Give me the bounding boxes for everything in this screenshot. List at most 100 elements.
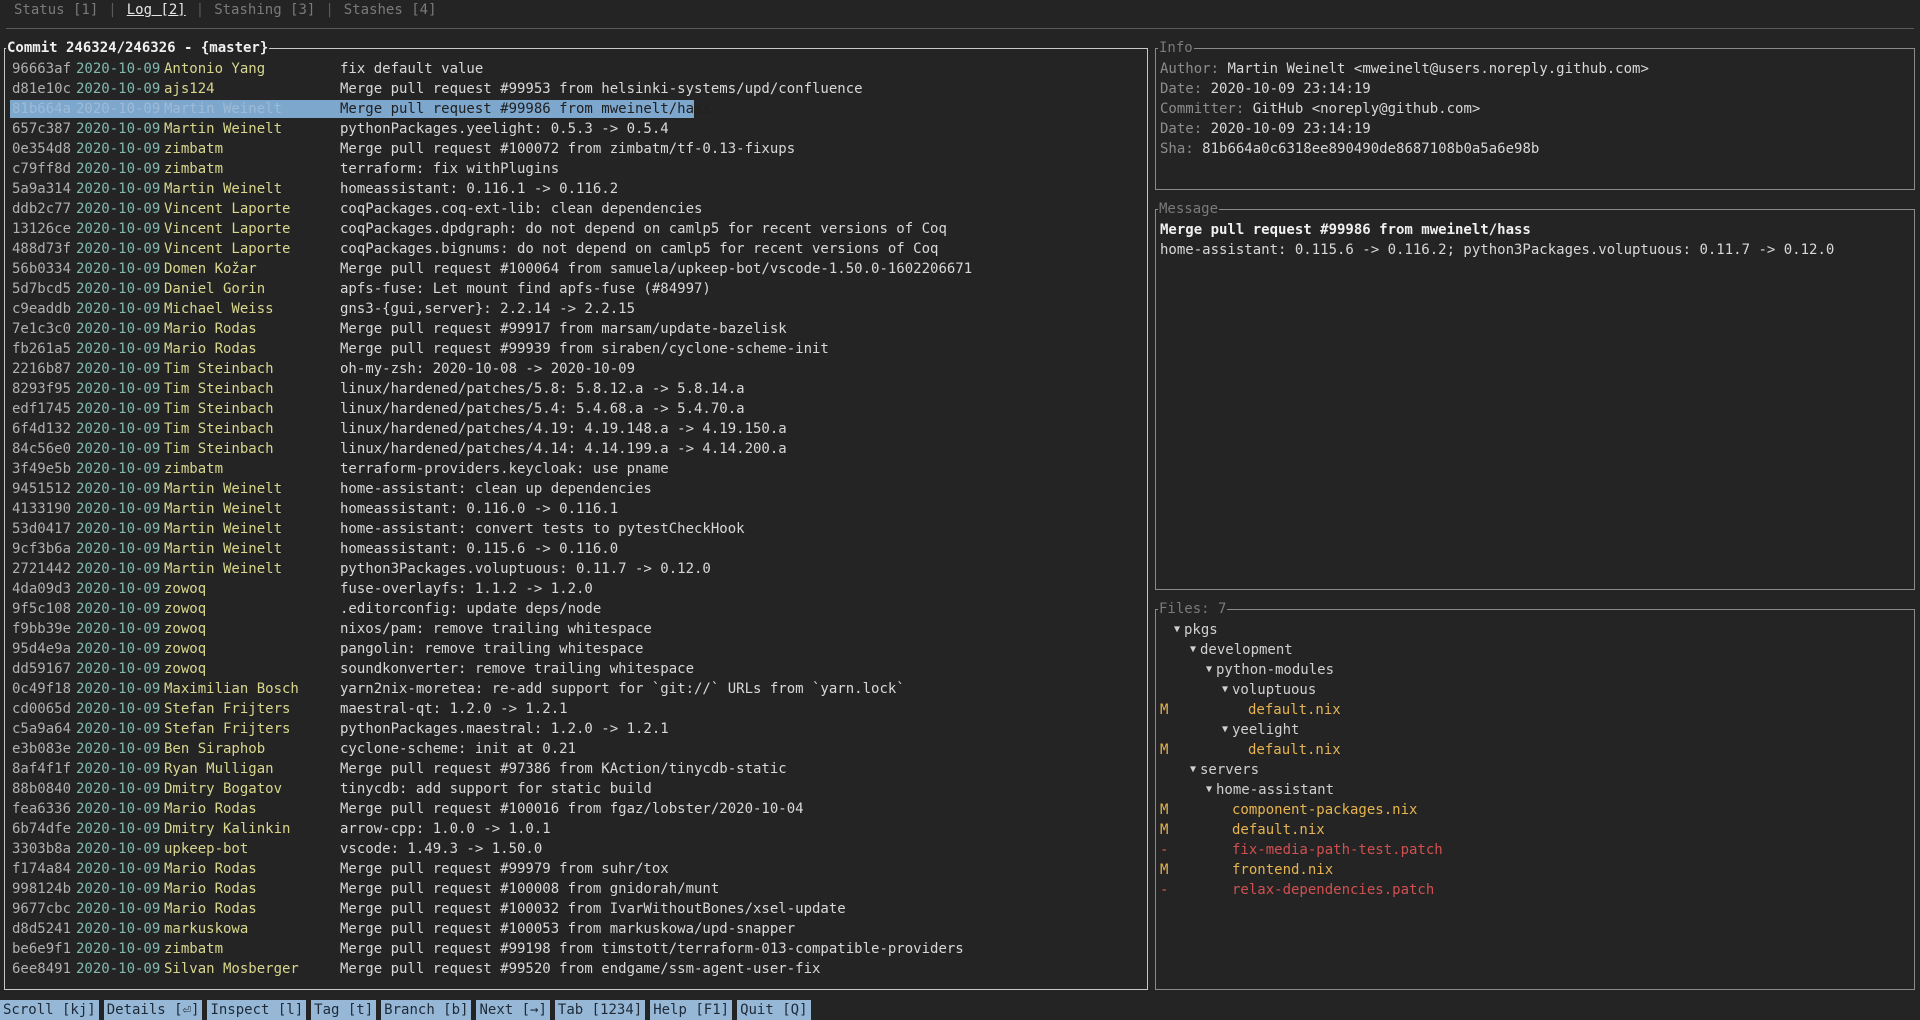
expanded-triangle-icon[interactable]: ▼: [1206, 780, 1212, 800]
tree-file[interactable]: Mfrontend.nix: [1156, 860, 1906, 880]
tree-file[interactable]: Mdefault.nix: [1156, 820, 1906, 840]
commit-message: cyclone-scheme: init at 0.21: [340, 741, 577, 757]
expanded-triangle-icon[interactable]: ▼: [1190, 760, 1196, 780]
commit-date: 2020-10-09: [76, 381, 161, 397]
tree-folder[interactable]: ▼ development: [1156, 640, 1906, 660]
commit-row[interactable]: 5d7bcd5 2020-10-09 Daniel Gorin apfs-fuse: …: [8, 279, 1146, 299]
tree-file[interactable]: - fix-media-path-test.patch: [1156, 840, 1906, 860]
commit-row[interactable]: 6ee8491 2020-10-09 Silvan Mosberger Merge p…: [8, 959, 1146, 979]
commit-row[interactable]: f174a84 2020-10-09 Mario Rodas Merge pull r…: [8, 859, 1146, 879]
commit-row[interactable]: 488d73f 2020-10-09 Vincent Laporte coqPacka…: [8, 239, 1146, 259]
commit-date: 2020-10-09: [76, 921, 161, 937]
tree-file[interactable]: - relax-dependencies.patch: [1156, 880, 1906, 900]
commit-row[interactable]: 2216b87 2020-10-09 Tim Steinbach oh-my-zsh:…: [8, 359, 1146, 379]
key-hint-quit[interactable]: Quit [Q]: [737, 1000, 811, 1020]
tree-folder[interactable]: ▼ pkgs: [1156, 620, 1906, 640]
tree-file[interactable]: Mdefault.nix: [1156, 700, 1906, 720]
tree-folder[interactable]: ▼ home-assistant: [1156, 780, 1906, 800]
commit-row[interactable]: 0c49f18 2020-10-09 Maximilian Bosch yarn2ni…: [8, 679, 1146, 699]
commit-row[interactable]: 3f49e5b 2020-10-09 zimbatm terraform-provid…: [8, 459, 1146, 479]
commit-row[interactable]: dd59167 2020-10-09 zowoq soundkonverter: re…: [8, 659, 1146, 679]
commit-message: fuse-overlayfs: 1.1.2 -> 1.2.0: [340, 581, 593, 597]
commit-row[interactable]: ddb2c77 2020-10-09 Vincent Laporte coqPacka…: [8, 199, 1146, 219]
expanded-triangle-icon[interactable]: ▼: [1206, 660, 1212, 680]
commit-row[interactable]: fb261a5 2020-10-09 Mario Rodas Merge pull r…: [8, 339, 1146, 359]
commit-message: Merge pull request #97386 from KAction/t…: [340, 761, 787, 777]
commit-row[interactable]: 9f5c108 2020-10-09 zowoq .editorconfig: upd…: [8, 599, 1146, 619]
commit-row[interactable]: edf1745 2020-10-09 Tim Steinbach linux/hard…: [8, 399, 1146, 419]
key-hint-branch[interactable]: Branch [b]: [381, 1000, 472, 1020]
commit-row[interactable]: 9cf3b6a 2020-10-09 Martin Weinelt homeassis…: [8, 539, 1146, 559]
key-hint-help[interactable]: Help [F1]: [650, 1000, 733, 1020]
commit-row[interactable]: cd0065d 2020-10-09 Stefan Frijters maestral…: [8, 699, 1146, 719]
commit-row[interactable]: f9bb39e 2020-10-09 zowoq nixos/pam: remove …: [8, 619, 1146, 639]
commit-author: Mario Rodas: [164, 881, 257, 897]
key-hint-tag[interactable]: Tag [t]: [311, 1000, 377, 1020]
commit-row[interactable]: 95d4e9a 2020-10-09 zowoq pangolin: remove t…: [8, 639, 1146, 659]
commit-row[interactable]: 998124b 2020-10-09 Mario Rodas Merge pull r…: [8, 879, 1146, 899]
commit-row[interactable]: 6f4d132 2020-10-09 Tim Steinbach linux/hard…: [8, 419, 1146, 439]
commit-list[interactable]: 96663af 2020-10-09 Antonio Yang fix default…: [8, 59, 1146, 979]
tree-folder[interactable]: ▼ python-modules: [1156, 660, 1906, 680]
commit-row[interactable]: e3b083e 2020-10-09 Ben Siraphob cyclone-sch…: [8, 739, 1146, 759]
info-row: Date: 2020-10-09 23:14:19: [1160, 79, 1371, 99]
commit-row[interactable]: c9eaddb 2020-10-09 Michael Weiss gns3-{gui,…: [8, 299, 1146, 319]
tab-stashes[interactable]: Stashes [4]: [344, 2, 437, 18]
commit-row[interactable]: 5a9a314 2020-10-09 Martin Weinelt homeassis…: [8, 179, 1146, 199]
key-hint-scroll[interactable]: Scroll [kj]: [0, 1000, 99, 1020]
expanded-triangle-icon[interactable]: ▼: [1222, 680, 1228, 700]
commit-sha: 6b74dfe: [12, 821, 72, 837]
key-hint-details[interactable]: Details [⏎]: [103, 1000, 203, 1020]
tree-file[interactable]: Mdefault.nix: [1156, 740, 1906, 760]
commit-row[interactable]: d81e10c 2020-10-09 ajs124 Merge pull reques…: [8, 79, 1146, 99]
commit-row[interactable]: 4da09d3 2020-10-09 zowoq fuse-overlayfs: 1.…: [8, 579, 1146, 599]
tree-file[interactable]: Mcomponent-packages.nix: [1156, 800, 1906, 820]
commit-row[interactable]: 3303b8a 2020-10-09 upkeep-bot vscode: 1.49.…: [8, 839, 1146, 859]
tab-log[interactable]: Log [2]: [127, 2, 186, 18]
commit-row[interactable]: 657c387 2020-10-09 Martin Weinelt pythonPac…: [8, 119, 1146, 139]
info-row: Sha: 81b664a0c6318ee890490de8687108b0a5a…: [1160, 139, 1539, 159]
commit-row[interactable]: 88b0840 2020-10-09 Dmitry Bogatov tinycdb: …: [8, 779, 1146, 799]
commit-row[interactable]: be6e9f1 2020-10-09 zimbatm Merge pull reque…: [8, 939, 1146, 959]
commit-row[interactable]: 96663af 2020-10-09 Antonio Yang fix default…: [8, 59, 1146, 79]
commit-row[interactable]: 8af4f1f 2020-10-09 Ryan Mulligan Merge pull…: [8, 759, 1146, 779]
commit-row[interactable]: c5a9a64 2020-10-09 Stefan Frijters pythonPa…: [8, 719, 1146, 739]
commit-author: Tim Steinbach: [164, 401, 274, 417]
commit-row[interactable]: 8293f95 2020-10-09 Tim Steinbach linux/hard…: [8, 379, 1146, 399]
commit-sha: f174a84: [12, 861, 72, 877]
key-hint-tab[interactable]: Tab [1234]: [554, 1000, 646, 1020]
commit-author: Ben Siraphob: [164, 741, 266, 757]
commit-row[interactable]: c79ff8d 2020-10-09 zimbatm terraform: fix w…: [8, 159, 1146, 179]
tree-folder[interactable]: ▼ yeelight: [1156, 720, 1906, 740]
commit-row[interactable]: 6b74dfe 2020-10-09 Dmitry Kalinkin arrow-cp…: [8, 819, 1146, 839]
expanded-triangle-icon[interactable]: ▼: [1174, 620, 1180, 640]
commit-row[interactable]: 9451512 2020-10-09 Martin Weinelt home-assi…: [8, 479, 1146, 499]
commit-message: Merge pull request #99939 from siraben/c…: [340, 341, 829, 357]
commit-row[interactable]: 53d0417 2020-10-09 Martin Weinelt home-assi…: [8, 519, 1146, 539]
commit-row[interactable]: 13126ce 2020-10-09 Vincent Laporte coqPacka…: [8, 219, 1146, 239]
commit-row[interactable]: d8d5241 2020-10-09 markuskowa Merge pull re…: [8, 919, 1146, 939]
expanded-triangle-icon[interactable]: ▼: [1222, 720, 1228, 740]
commit-row[interactable]: 84c56e0 2020-10-09 Tim Steinbach linux/hard…: [8, 439, 1146, 459]
commit-row[interactable]: 56b0334 2020-10-09 Domen Kožar Merge pull r…: [8, 259, 1146, 279]
commit-date: 2020-10-09: [76, 441, 161, 457]
commit-row[interactable]: 9677cbc 2020-10-09 Mario Rodas Merge pull r…: [8, 899, 1146, 919]
commit-log-panel[interactable]: Commit 246324/246326 - {master} 96663af 2…: [4, 39, 1148, 990]
commit-date: 2020-10-09: [76, 681, 161, 697]
tab-status[interactable]: Status [1]: [14, 2, 98, 18]
commit-date: 2020-10-09: [76, 821, 161, 837]
commit-row[interactable]: 7e1c3c0 2020-10-09 Mario Rodas Merge pull r…: [8, 319, 1146, 339]
tree-folder[interactable]: ▼ servers: [1156, 760, 1906, 780]
commit-row[interactable]: fea6336 2020-10-09 Mario Rodas Merge pull r…: [8, 799, 1146, 819]
expanded-triangle-icon[interactable]: ▼: [1190, 640, 1196, 660]
commit-message: soundkonverter: remove trailing whitespa…: [340, 661, 695, 677]
files-panel[interactable]: Files: 7 ▼ pkgs ▼ development ▼ python-module…: [1155, 600, 1915, 990]
commit-row[interactable]: 4133190 2020-10-09 Martin Weinelt homeassis…: [8, 499, 1146, 519]
commit-row[interactable]: 0e354d8 2020-10-09 zimbatm Merge pull reque…: [8, 139, 1146, 159]
key-hint-next[interactable]: Next [→]: [476, 1000, 550, 1020]
commit-row[interactable]: 81b664a 2020-10-09 Martin Weinelt Merge pul…: [8, 99, 1146, 119]
tab-stashing[interactable]: Stashing [3]: [214, 2, 315, 18]
key-hint-inspect[interactable]: Inspect [l]: [207, 1000, 307, 1020]
commit-row[interactable]: 2721442 2020-10-09 Martin Weinelt python3Pa…: [8, 559, 1146, 579]
tree-folder[interactable]: ▼ voluptuous: [1156, 680, 1906, 700]
